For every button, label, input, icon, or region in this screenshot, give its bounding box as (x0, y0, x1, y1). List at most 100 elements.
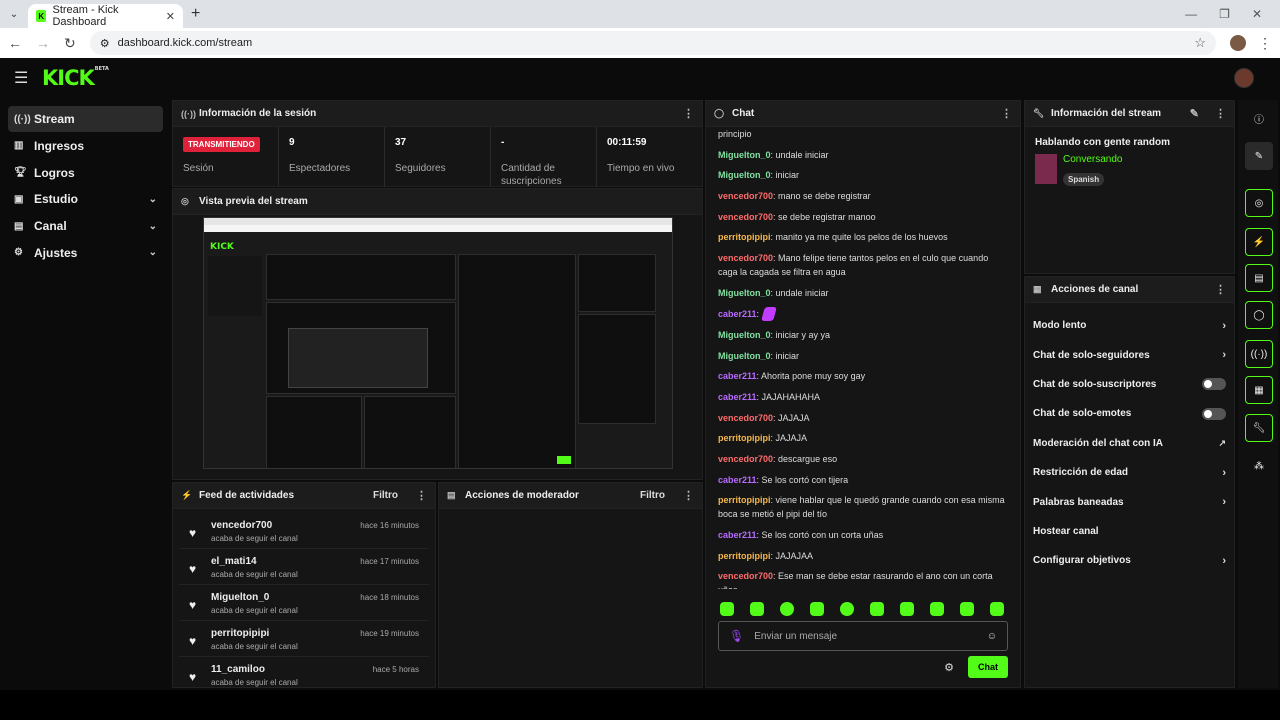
emote-icon[interactable] (990, 602, 1004, 616)
chat-username[interactable]: caber211 (718, 309, 757, 319)
wrench-icon: 🔧︎ (1033, 108, 1045, 118)
reload-icon[interactable]: ↻ (64, 35, 76, 52)
emote-icon[interactable] (960, 602, 974, 616)
layout-dots-icon[interactable]: ⁂ (1245, 452, 1273, 480)
chat-username[interactable]: vencedor700 (718, 191, 773, 201)
more-options-icon[interactable]: ⋮ (1001, 107, 1012, 120)
user-avatar[interactable] (1234, 68, 1254, 88)
chat-username[interactable]: caber211 (718, 371, 757, 381)
browser-tab[interactable]: K Stream - Kick Dashboard ✕ (28, 4, 183, 28)
chat-message: caber211: Se los cortó con tijera (718, 473, 1010, 487)
edit-pencil-icon[interactable]: ✎ (1245, 142, 1273, 170)
chat-username[interactable]: perritopipipi (718, 495, 771, 505)
sidebar-item-ingresos[interactable]: ▥ Ingresos (8, 133, 163, 159)
chat-username[interactable]: Miguelton_0 (718, 150, 771, 160)
emote-icon[interactable] (780, 602, 794, 616)
chat-settings-gear-icon[interactable]: ⚙ (944, 661, 954, 674)
chat-username[interactable]: caber211 (718, 475, 757, 485)
chat-username[interactable]: caber211 (718, 530, 757, 540)
chat-username[interactable]: perritopipipi (718, 551, 771, 561)
sidebar-item-canal[interactable]: ▤ Canal ⌄ (8, 213, 163, 239)
profile-avatar[interactable] (1230, 35, 1246, 51)
action-followers-only[interactable]: Chat de solo-seguidores › (1025, 340, 1234, 369)
more-options-icon[interactable]: ⋮ (683, 489, 694, 502)
hamburger-menu-icon[interactable]: ☰ (14, 68, 40, 88)
panel-title: Acciones de canal (1051, 284, 1139, 295)
chat-username[interactable]: Miguelton_0 (718, 288, 771, 298)
more-options-icon[interactable]: ⋮ (1215, 283, 1226, 296)
document-icon[interactable]: ▤ (1245, 264, 1273, 292)
emote-icon[interactable] (870, 602, 884, 616)
address-bar[interactable]: ⚙ dashboard.kick.com/stream ☆ (89, 31, 1216, 55)
minimize-icon[interactable]: — (1185, 7, 1197, 21)
subscribers-only-toggle[interactable] (1202, 378, 1226, 391)
lightning-icon[interactable]: ⚡ (1245, 228, 1273, 256)
broadcast-icon[interactable]: ((·)) (1245, 340, 1273, 368)
info-icon[interactable]: ⓘ (1245, 104, 1273, 132)
forward-icon[interactable]: → (36, 35, 50, 51)
emote-icon[interactable] (840, 602, 854, 616)
channel-actions-icon[interactable]: ▦ (1245, 376, 1273, 404)
more-options-icon[interactable]: ⋮ (416, 489, 427, 502)
emote-icon[interactable] (720, 602, 734, 616)
chat-message: perritopipipi: JAJAJA (718, 431, 1010, 445)
more-options-icon[interactable]: ⋮ (683, 107, 694, 120)
chat-username[interactable]: Miguelton_0 (718, 351, 771, 361)
heart-icon: ♥ (189, 526, 197, 540)
filter-button[interactable]: Filtro (640, 490, 665, 501)
new-tab-icon[interactable]: + (191, 5, 200, 23)
close-window-icon[interactable]: ✕ (1252, 7, 1262, 21)
chat-message-input[interactable]: 🎙︎ Enviar un mensaje ☺ (718, 621, 1008, 651)
emote-icon[interactable] (930, 602, 944, 616)
action-ai-moderation[interactable]: Moderación del chat con IA ↗ (1025, 429, 1234, 458)
emote-icon[interactable] (750, 602, 764, 616)
close-tab-icon[interactable]: ✕ (166, 10, 175, 23)
wrench-icon[interactable]: 🔧︎ (1245, 414, 1273, 442)
sidebar-item-stream[interactable]: ((·)) Stream (8, 106, 163, 132)
preview-icon[interactable]: ◎ (1245, 189, 1273, 217)
bookmark-star-icon[interactable]: ☆ (1194, 35, 1206, 51)
chat-bubble-icon[interactable]: ◯ (1245, 301, 1273, 329)
action-slow-mode[interactable]: Modo lento › (1025, 311, 1234, 340)
browser-toolbar: ← → ↻ ⚙ dashboard.kick.com/stream ☆ ⋮ (0, 28, 1280, 58)
chat-username[interactable]: vencedor700 (718, 212, 773, 222)
emote-icon[interactable] (900, 602, 914, 616)
chat-username[interactable]: vencedor700 (718, 571, 773, 581)
heart-icon: ♥ (189, 670, 197, 684)
emote-icon[interactable] (810, 602, 824, 616)
sidebar-item-logros[interactable]: 🏆︎ Logros (8, 160, 163, 186)
chat-username[interactable]: caber211 (718, 392, 757, 402)
site-info-icon[interactable]: ⚙ (100, 37, 110, 50)
action-configure-goals[interactable]: Configurar objetivos › (1025, 546, 1234, 575)
action-host-channel[interactable]: Hostear canal (1025, 517, 1234, 546)
stream-category[interactable]: Conversando (1063, 154, 1122, 165)
chat-username[interactable]: vencedor700 (718, 253, 773, 263)
chat-username[interactable]: Miguelton_0 (718, 170, 771, 180)
tab-search-icon[interactable]: ⌄ (0, 9, 28, 20)
stream-preview-video[interactable]: KICK (203, 217, 673, 469)
chat-username[interactable]: perritopipipi (718, 232, 771, 242)
browser-menu-icon[interactable]: ⋮ (1258, 35, 1272, 52)
send-chat-button[interactable]: Chat (968, 656, 1008, 678)
emoji-icon[interactable]: ☺ (987, 631, 997, 642)
chat-username[interactable]: vencedor700 (718, 413, 773, 423)
chat-messages[interactable]: principio Miguelton_0: undale iniciar Migu… (706, 127, 1022, 589)
kick-dashboard: ☰ KICKBETA ((·)) Stream ▥ Ingresos 🏆︎ Logro… (0, 58, 1280, 690)
kick-logo[interactable]: KICKBETA (42, 66, 109, 90)
back-icon[interactable]: ← (8, 35, 22, 51)
action-banned-words[interactable]: Palabras baneadas › (1025, 487, 1234, 516)
chat-username[interactable]: vencedor700 (718, 454, 773, 464)
emotes-only-toggle[interactable] (1202, 407, 1226, 420)
microphone-icon[interactable]: 🎙︎ (729, 629, 744, 643)
sidebar-item-estudio[interactable]: ▣ Estudio ⌄ (8, 186, 163, 212)
restore-icon[interactable]: ❐ (1219, 7, 1230, 21)
feed-item: ♥ vencedor700 acaba de seguir el canal hace… (179, 513, 429, 549)
chat-username[interactable]: Miguelton_0 (718, 330, 771, 340)
action-age-restriction[interactable]: Restricción de edad › (1025, 458, 1234, 487)
sidebar-item-ajustes[interactable]: ⚙ Ajustes ⌄ (8, 240, 163, 266)
filter-button[interactable]: Filtro (373, 490, 398, 501)
edit-pencil-icon[interactable]: ✎ (1190, 107, 1199, 120)
tab-title: Stream - Kick Dashboard (52, 4, 119, 28)
more-options-icon[interactable]: ⋮ (1215, 107, 1226, 120)
chat-username[interactable]: perritopipipi (718, 433, 771, 443)
